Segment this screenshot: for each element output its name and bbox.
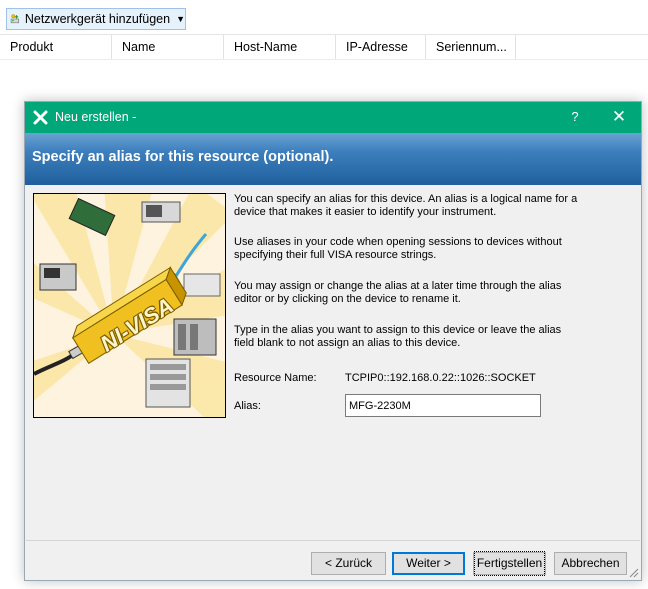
dialog-title: Neu erstellen -: [55, 110, 137, 124]
button-separator: [26, 540, 640, 541]
column-header-produkt[interactable]: Produkt: [0, 35, 112, 59]
resource-name-value: TCPIP0::192.168.0.22::1026::SOCKET: [345, 372, 536, 384]
alias-label: Alias:: [234, 400, 261, 412]
add-network-device-button[interactable]: Netzwerkgerät hinzufügen ▼: [6, 8, 186, 30]
instruction-paragraph: Type in the alias you want to assign to …: [234, 324, 562, 349]
ni-visa-illustration: NI-VISA: [33, 193, 226, 418]
back-button[interactable]: < Zurück: [311, 552, 386, 575]
resize-grip-icon[interactable]: [627, 566, 639, 578]
cancel-button[interactable]: Abbrechen: [554, 552, 627, 575]
dialog-titlebar[interactable]: Neu erstellen - ? ✕: [25, 102, 641, 133]
column-header-host-name[interactable]: Host-Name: [224, 35, 336, 59]
wizard-banner: Specify an alias for this resource (opti…: [25, 133, 641, 185]
column-header-name[interactable]: Name: [112, 35, 224, 59]
add-network-device-label: Netzwerkgerät hinzufügen: [24, 12, 171, 26]
chevron-down-icon[interactable]: ▼: [176, 14, 185, 24]
device-table-header: Produkt Name Host-Name IP-Adresse Serien…: [0, 35, 648, 60]
finish-button-label: Fertigstellen: [473, 551, 546, 576]
column-header-seriennummer[interactable]: Seriennum...: [426, 35, 516, 59]
back-button-label: < Zurück: [324, 556, 372, 570]
next-button-label: Weiter >: [406, 556, 451, 570]
next-button[interactable]: Weiter >: [392, 552, 465, 575]
ni-app-icon: [33, 110, 48, 125]
help-icon[interactable]: ?: [561, 107, 589, 127]
alias-input[interactable]: [345, 394, 541, 417]
network-device-icon: [10, 14, 20, 24]
resource-name-label: Resource Name:: [234, 372, 317, 384]
toolbar: Netzwerkgerät hinzufügen ▼: [0, 0, 648, 35]
cancel-button-label: Abbrechen: [561, 556, 620, 570]
wizard-heading: Specify an alias for this resource (opti…: [32, 149, 334, 165]
usage-paragraph: Use aliases in your code when opening se…: [234, 236, 562, 261]
close-icon[interactable]: ✕: [605, 106, 633, 128]
create-new-dialog: Neu erstellen - ? ✕ Specify an alias for…: [24, 101, 642, 581]
rename-paragraph: You may assign or change the alias at a …: [234, 280, 562, 305]
intro-paragraph: You can specify an alias for this device…: [234, 193, 578, 218]
column-header-ip-adresse[interactable]: IP-Adresse: [336, 35, 426, 59]
finish-button[interactable]: Fertigstellen: [473, 551, 546, 576]
ni-visa-artwork: [34, 194, 225, 417]
